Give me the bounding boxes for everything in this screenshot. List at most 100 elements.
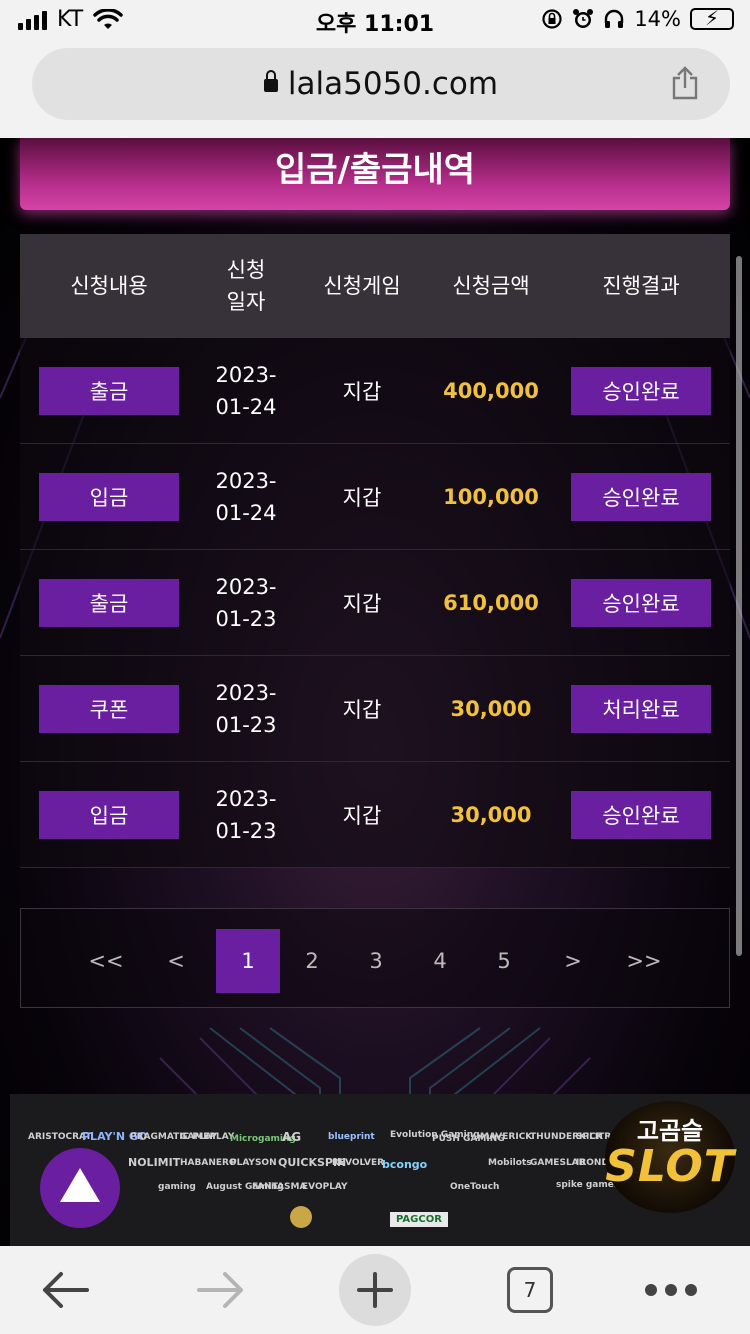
partner-logo: HABANERO [180,1158,237,1168]
status-badge: 승인완료 [571,472,711,521]
row-amount: 30,000 [450,696,532,721]
row-date: 2023- 01-24 [198,359,294,423]
header-date: 신청일자 [198,254,294,318]
row-date: 2023- 01-24 [198,465,294,529]
header-result: 진행결과 [602,274,680,298]
date-year: 2023- [215,574,277,599]
page-title: 입금/출금내역 [274,150,476,190]
battery-icon: ⚡ [690,6,734,30]
date-year: 2023- [215,468,277,493]
page-2-button[interactable]: 2 [280,929,344,993]
row-amount: 100,000 [443,484,539,509]
date-day: 01-24 [215,500,277,525]
partner-logo: Mobilots [488,1158,532,1168]
tabs-button[interactable]: 7 [500,1246,560,1334]
table-row: 쿠폰 2023- 01-23 지갑 30,000 처리완료 [20,656,730,762]
type-badge: 출금 [39,366,179,415]
back-arrow-icon [43,1272,89,1308]
table-row: 입금 2023- 01-24 지갑 100,000 승인완료 [20,444,730,550]
type-badge: 쿠폰 [39,684,179,733]
url-display[interactable]: lala5050.com [32,66,730,102]
gold-coin-logo [290,1206,312,1228]
rotation-lock-icon [542,9,562,29]
back-button[interactable] [30,1246,100,1334]
page-first-button[interactable]: << [71,929,141,993]
row-game: 지갑 [342,697,382,722]
date-year: 2023- [215,786,277,811]
page-prev-button[interactable]: < [146,929,206,993]
date-day: 01-24 [215,394,277,419]
type-badge: 출금 [39,578,179,627]
partner-logo: bcongo [382,1158,428,1171]
tab-count: 7 [507,1267,553,1313]
lock-icon [263,70,278,92]
status-bar: KT 오후 11:01 14% ⚡ [0,0,750,40]
row-game: 지갑 [342,379,382,404]
partner-logo: GAMEPLAY [180,1132,235,1142]
date-year: 2023- [215,680,277,705]
share-icon[interactable] [670,66,700,100]
table-row: 출금 2023- 01-23 지갑 610,000 승인완료 [20,550,730,656]
forward-button[interactable] [186,1246,256,1334]
date-year: 2023- [215,362,277,387]
page-content: 입금/출금내역 신청내용 신청일자 신청게임 신청금액 진행결과 출금 2023… [0,138,750,1246]
status-badge: 처리완료 [571,684,711,733]
partner-logo: NOLIMIT [128,1156,181,1169]
partner-logo: AG [282,1130,302,1144]
table-header: 신청내용 신청일자 신청게임 신청금액 진행결과 [20,234,730,338]
header-date-line2: 일자 [226,290,266,314]
status-badge: 승인완료 [571,366,711,415]
page-next-button[interactable]: > [543,929,603,993]
battery-percent: 14% [634,7,681,31]
slot-logo-badge[interactable]: 고곰슬 SLOT [605,1101,735,1213]
status-badge: 승인완료 [571,790,711,839]
browser-toolbar: lala5050.com [0,40,750,138]
header-content: 신청내용 [70,274,148,298]
partner-logo: FANTASMA [252,1182,307,1192]
page-5-button[interactable]: 5 [472,929,536,993]
plus-icon [339,1254,411,1326]
transaction-table: 신청내용 신청일자 신청게임 신청금액 진행결과 출금 2023- 01-24 지… [20,234,730,868]
address-bar[interactable]: lala5050.com [32,48,730,120]
browser-bottom-toolbar: 7 [0,1246,750,1334]
partner-logo: PLAYSON [230,1158,277,1168]
pagination: << < 1 2 3 4 5 > >> [20,908,730,1008]
row-game: 지갑 [342,591,382,616]
table-row: 출금 2023- 01-24 지갑 400,000 승인완료 [20,338,730,444]
date-day: 01-23 [215,818,277,843]
partner-logo: REVOLVER [332,1158,385,1168]
page-3-button[interactable]: 3 [344,929,408,993]
partner-logo: EVOPLAY [302,1182,348,1192]
headphones-icon [605,9,624,28]
scroll-to-top-button[interactable] [40,1148,120,1228]
row-amount: 30,000 [450,802,532,827]
more-dots-icon [645,1284,697,1296]
row-date: 2023- 01-23 [198,783,294,847]
date-day: 01-23 [215,712,277,737]
date-day: 01-23 [215,606,277,631]
page-1-button[interactable]: 1 [216,929,280,993]
page-4-button[interactable]: 4 [408,929,472,993]
page-title-bar: 입금/출금내역 [20,138,730,210]
header-amount: 신청금액 [452,274,530,298]
partner-logo: OneTouch [450,1182,500,1192]
scrollbar[interactable] [736,256,742,956]
type-badge: 입금 [39,472,179,521]
url-text: lala5050.com [287,66,499,102]
menu-button[interactable] [636,1246,706,1334]
header-date-line1: 신청 [226,258,266,282]
row-amount: 400,000 [443,378,539,403]
pagcor-logo: PAGCOR [390,1212,448,1227]
row-game: 지갑 [342,485,382,510]
page-last-button[interactable]: >> [609,929,679,993]
alarm-icon [573,9,594,28]
row-date: 2023- 01-23 [198,677,294,741]
type-badge: 입금 [39,790,179,839]
row-game: 지갑 [342,803,382,828]
partner-logo: gaming [158,1182,196,1192]
header-game: 신청게임 [323,274,401,298]
forward-arrow-icon [197,1272,243,1308]
slot-badge-bottom: SLOT [605,1141,735,1192]
new-tab-button[interactable] [338,1246,412,1334]
table-row: 입금 2023- 01-23 지갑 30,000 승인완료 [20,762,730,868]
